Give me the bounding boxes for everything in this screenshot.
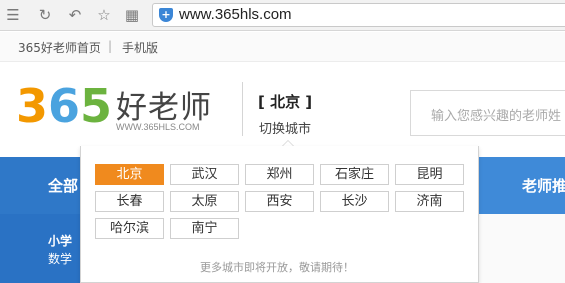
city-option[interactable]: 长春 — [95, 191, 164, 212]
logo-digit-3: 3 — [16, 79, 49, 133]
url-text: www.365hls.com — [179, 6, 292, 23]
star-icon[interactable]: ☆ — [95, 6, 113, 24]
city-option[interactable]: 武汉 — [170, 164, 239, 185]
address-bar[interactable]: + www.365hls.com — [152, 3, 565, 27]
city-option[interactable]: 长沙 — [320, 191, 389, 212]
city-option[interactable]: 西安 — [245, 191, 314, 212]
home-link[interactable]: 365好老师首页 — [18, 39, 101, 56]
city-option[interactable]: 济南 — [395, 191, 464, 212]
city-option[interactable]: 太原 — [170, 191, 239, 212]
city-option[interactable]: 郑州 — [245, 164, 314, 185]
logo-digit-6: 6 — [48, 79, 81, 133]
city-option[interactable]: 昆明 — [395, 164, 464, 185]
teacher-recommend-tab[interactable]: 老师推 — [522, 175, 565, 196]
nav-separator: | — [108, 39, 113, 53]
city-option[interactable]: 南宁 — [170, 218, 239, 239]
current-city: [ 北京 ] — [258, 93, 313, 111]
subject-label[interactable]: 数学 — [48, 250, 72, 267]
back-icon[interactable]: ↶ — [66, 6, 84, 24]
logo-subtitle: WWW.365HLS.COM — [116, 122, 200, 132]
top-nav: 365好老师首页 | 手机版 — [0, 32, 565, 62]
grade-label[interactable]: 小学 — [48, 232, 72, 249]
all-categories-tab[interactable]: 全部 — [48, 175, 78, 196]
refresh-icon[interactable]: ↻ — [36, 6, 54, 24]
logo-digit-5: 5 — [80, 79, 113, 133]
logo-name: 好老师 — [116, 90, 212, 126]
city-option[interactable]: 石家庄 — [320, 164, 389, 185]
header-divider — [242, 82, 243, 136]
mobile-link[interactable]: 手机版 — [122, 39, 158, 56]
browser-toolbar: ☰ ↻ ↶ ☆ ▦ + www.365hls.com — [0, 0, 565, 31]
shield-plus-icon: + — [159, 8, 173, 22]
menu-icon[interactable]: ☰ — [4, 6, 22, 24]
switch-city-link[interactable]: 切换城市 — [259, 118, 311, 137]
more-cities-note: 更多城市即将开放，敬请期待！ — [200, 261, 354, 274]
city-option[interactable]: 哈尔滨 — [95, 218, 164, 239]
city-option[interactable]: 北京 — [95, 164, 164, 185]
search-placeholder: 输入您感兴趣的老师姓 — [431, 109, 562, 124]
grid-icon[interactable]: ▦ — [123, 6, 141, 24]
search-input[interactable]: 输入您感兴趣的老师姓 — [410, 90, 565, 136]
